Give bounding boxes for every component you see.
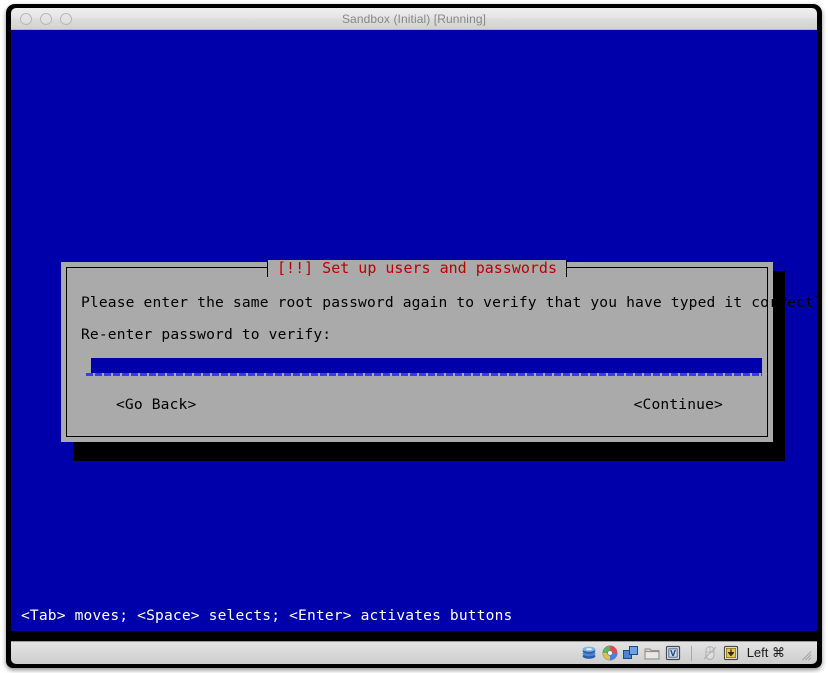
window-title: Sandbox (Initial) [Running] (341, 12, 487, 26)
dialog-message: Please enter the same root password agai… (81, 294, 817, 311)
continue-button[interactable]: <Continue> (634, 396, 723, 413)
vm-statusbar: V Left ⌘ (11, 641, 817, 664)
go-back-button[interactable]: <Go Back> (116, 396, 196, 413)
cpu-virtualization-icon[interactable]: V (665, 645, 681, 661)
console-hint-line: <Tab> moves; <Space> selects; <Enter> ac… (21, 607, 513, 624)
window-titlebar[interactable]: Sandbox (Initial) [Running] (11, 8, 817, 30)
vm-window: Sandbox (Initial) [Running] [!!] Set up … (6, 4, 822, 668)
password-input-underline (86, 373, 762, 376)
mouse-integration-icon[interactable] (702, 645, 718, 661)
statusbar-icon-group: V Left ⌘ (581, 645, 812, 661)
resize-grip[interactable] (797, 646, 812, 661)
statusbar-divider (690, 645, 692, 661)
hard-disk-icon[interactable] (581, 645, 597, 661)
dialog-button-row: <Go Back> <Continue> (81, 396, 753, 413)
vm-console-screen[interactable]: [!!] Set up users and passwords Please e… (11, 30, 817, 631)
svg-text:V: V (670, 649, 676, 658)
capture-input-icon[interactable] (723, 645, 739, 661)
dialog-body: Please enter the same root password agai… (67, 268, 817, 436)
setup-dialog: [!!] Set up users and passwords Please e… (61, 259, 817, 442)
network-adapter-icon[interactable] (622, 645, 639, 661)
optical-disc-icon[interactable] (602, 645, 618, 661)
host-key-indicator: Left ⌘ (746, 645, 785, 660)
shared-folders-icon[interactable] (644, 645, 660, 661)
password-input-box[interactable] (91, 358, 762, 373)
password-input[interactable] (86, 358, 762, 380)
dialog-border: [!!] Set up users and passwords Please e… (66, 259, 817, 437)
password-prompt-label: Re-enter password to verify: (81, 326, 332, 343)
